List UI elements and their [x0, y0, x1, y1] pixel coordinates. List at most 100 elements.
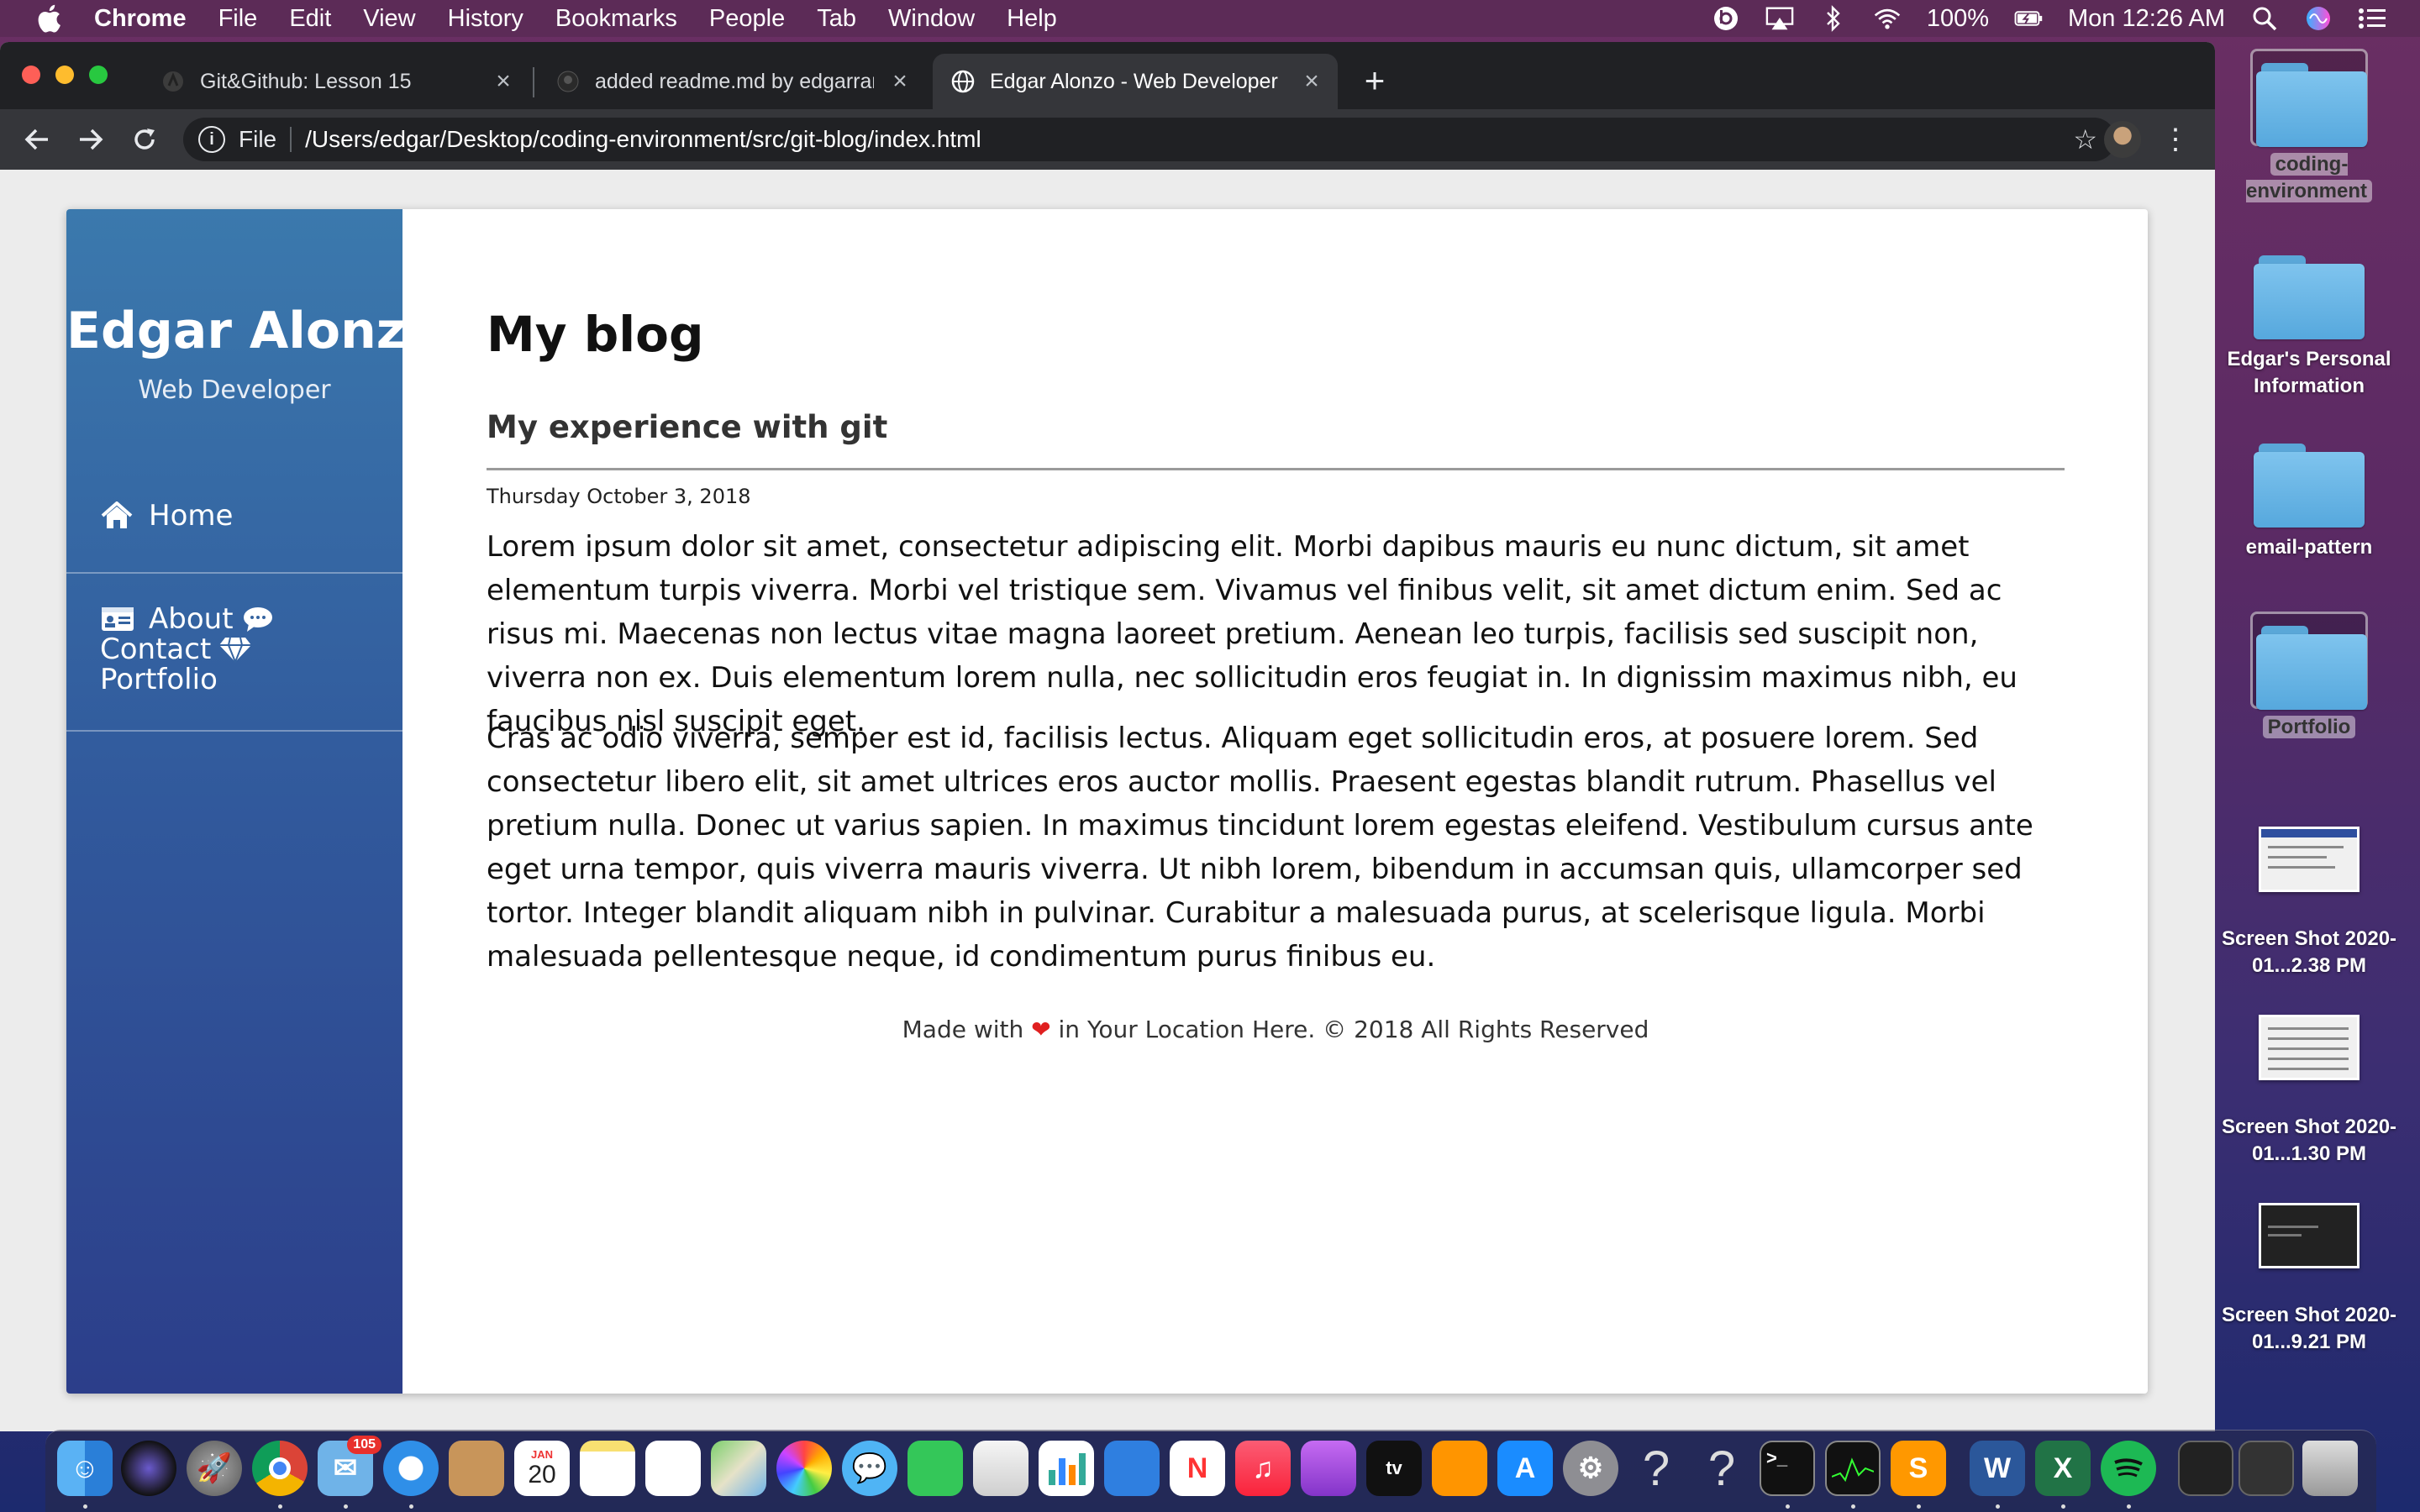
menu-bookmarks[interactable]: Bookmarks — [555, 5, 677, 33]
close-tab-icon[interactable]: × — [1299, 67, 1324, 95]
bluetooth-icon[interactable] — [1819, 5, 1848, 32]
nav-home-link[interactable]: Home — [66, 486, 402, 545]
terminal-icon[interactable]: >_ — [1760, 1441, 1815, 1496]
documents-stack-icon[interactable] — [2178, 1441, 2233, 1496]
fullscreen-window-button[interactable] — [89, 66, 108, 84]
forward-arrow-icon[interactable] — [72, 121, 109, 158]
airplay-icon[interactable] — [1765, 6, 1794, 31]
mail-badge: 105 — [347, 1436, 381, 1454]
apple-tv-icon[interactable]: tv — [1366, 1441, 1422, 1496]
tab-added-readme[interactable]: added readme.md by edgarramb × — [538, 54, 926, 109]
tab-separator — [533, 67, 534, 97]
nav-about-link[interactable]: About — [100, 604, 386, 634]
browser-toolbar: i File /Users/edgar/Desktop/coding-envir… — [0, 109, 2215, 170]
app-store-icon[interactable]: A — [1497, 1441, 1553, 1496]
menu-help[interactable]: Help — [1007, 5, 1057, 33]
siri-icon[interactable] — [2304, 6, 2333, 31]
back-arrow-icon[interactable] — [18, 121, 55, 158]
profile-avatar[interactable] — [2104, 121, 2141, 158]
address-bar[interactable]: i File /Users/edgar/Desktop/coding-envir… — [183, 118, 2116, 161]
desktop-folder-portfolio[interactable]: Portfolio — [2212, 612, 2407, 741]
contacts-icon[interactable] — [449, 1441, 504, 1496]
desktop-screenshot-2[interactable]: Screen Shot 2020-01...1.30 PM — [2212, 1015, 2407, 1168]
desktop-folder-email-pattern[interactable]: email-pattern — [2212, 432, 2407, 561]
keynote-icon[interactable] — [1104, 1441, 1160, 1496]
facetime-icon[interactable] — [908, 1441, 963, 1496]
post-paragraph: Cras ac odio viverra, semper est id, fac… — [487, 722, 2033, 974]
desktop-folder-personal-info[interactable]: Edgar's Personal Information — [2212, 244, 2407, 400]
unknown-app-icon[interactable]: ? — [1628, 1441, 1684, 1496]
close-tab-icon[interactable]: × — [491, 67, 516, 95]
launchpad-icon[interactable]: 🚀 — [187, 1441, 242, 1496]
menu-window[interactable]: Window — [888, 5, 975, 33]
desktop-item-label: Screen Shot 2020-01...2.38 PM — [2221, 927, 2397, 977]
footer-text-end: in Your Location Here. © 2018 All Rights… — [1058, 1016, 1649, 1043]
music-icon[interactable]: ♫ — [1235, 1441, 1291, 1496]
menu-history[interactable]: History — [448, 5, 523, 33]
close-tab-icon[interactable]: × — [887, 67, 913, 95]
news-icon[interactable]: N — [1170, 1441, 1225, 1496]
trash-icon[interactable] — [2302, 1441, 2358, 1496]
beats-icon[interactable] — [1712, 6, 1740, 31]
preview-icon[interactable] — [973, 1441, 1028, 1496]
nav-about-label: About — [149, 602, 234, 636]
numbers-icon[interactable] — [1039, 1441, 1094, 1496]
running-indicator — [2061, 1504, 2065, 1509]
running-indicator — [2127, 1504, 2131, 1509]
desktop-screenshot-3[interactable]: Screen Shot 2020-01...9.21 PM — [2212, 1203, 2407, 1356]
wifi-icon[interactable] — [1873, 6, 1902, 31]
desktop-screenshot-1[interactable]: Screen Shot 2020-01...2.38 PM — [2212, 827, 2407, 979]
menu-people[interactable]: People — [709, 5, 785, 33]
post-divider — [487, 468, 2065, 470]
nav-contact-link[interactable]: Contact — [100, 634, 386, 664]
chrome-menu-icon[interactable]: ⋮ — [2161, 121, 2190, 158]
menu-edit[interactable]: Edit — [289, 5, 331, 33]
activity-monitor-icon[interactable] — [1825, 1441, 1881, 1496]
menubar-clock[interactable]: Mon 12:26 AM — [2068, 5, 2225, 33]
reload-icon[interactable] — [126, 121, 163, 158]
finder-icon[interactable]: ☺ — [57, 1441, 113, 1496]
minimize-window-button[interactable] — [55, 66, 74, 84]
site-role: Web Developer — [138, 375, 331, 405]
close-window-button[interactable] — [22, 66, 40, 84]
reminders-icon[interactable] — [645, 1441, 701, 1496]
spotlight-icon[interactable] — [2250, 6, 2279, 31]
desktop-item-label: email-pattern — [2245, 536, 2373, 559]
battery-icon[interactable] — [2014, 6, 2043, 31]
url-scheme-label: File — [239, 126, 277, 152]
tab-git-github-lesson[interactable]: Git&Github: Lesson 15 × — [143, 54, 529, 109]
notification-center-icon[interactable] — [2358, 6, 2386, 31]
chrome-icon[interactable] — [252, 1441, 308, 1496]
photos-icon[interactable] — [776, 1441, 832, 1496]
running-indicator — [83, 1504, 87, 1509]
sublime-text-icon[interactable]: S — [1891, 1441, 1946, 1496]
post-paragraph: Lorem ipsum dolor sit amet, consectetur … — [487, 530, 2018, 738]
menu-view[interactable]: View — [363, 5, 415, 33]
notes-icon[interactable] — [580, 1441, 635, 1496]
menu-file[interactable]: File — [218, 5, 258, 33]
system-preferences-icon[interactable]: ⚙ — [1563, 1441, 1618, 1496]
site-info-icon[interactable]: i — [198, 126, 225, 153]
apple-menu-icon[interactable] — [32, 2, 66, 35]
podcasts-icon[interactable] — [1301, 1441, 1356, 1496]
downloads-stack-icon[interactable] — [2238, 1441, 2294, 1496]
bookmark-star-icon[interactable]: ☆ — [2073, 123, 2097, 155]
nav-portfolio-link[interactable]: Portfolio — [100, 664, 386, 695]
url-text[interactable]: /Users/edgar/Desktop/coding-environment/… — [305, 126, 981, 153]
maps-icon[interactable] — [711, 1441, 766, 1496]
word-icon[interactable]: W — [1970, 1441, 2025, 1496]
tab-edgar-alonzo[interactable]: Edgar Alonzo - Web Developer × — [933, 54, 1338, 109]
desktop-folder-coding-environment[interactable]: coding-environment — [2212, 49, 2407, 205]
messages-icon[interactable]: 💬 — [842, 1441, 897, 1496]
excel-icon[interactable]: X — [2035, 1441, 2091, 1496]
calendar-icon[interactable]: JAN 20 — [514, 1441, 570, 1496]
menu-app-chrome[interactable]: Chrome — [94, 5, 187, 33]
unknown-app-icon[interactable]: ? — [1694, 1441, 1749, 1496]
mail-icon[interactable]: ✉ 105 — [318, 1436, 381, 1496]
spotify-icon[interactable] — [2101, 1441, 2156, 1496]
safari-icon[interactable] — [383, 1441, 439, 1496]
new-tab-button[interactable]: + — [1356, 60, 1393, 100]
menu-tab[interactable]: Tab — [817, 5, 856, 33]
books-icon[interactable] — [1432, 1441, 1487, 1496]
siri-app-icon[interactable] — [121, 1441, 176, 1496]
